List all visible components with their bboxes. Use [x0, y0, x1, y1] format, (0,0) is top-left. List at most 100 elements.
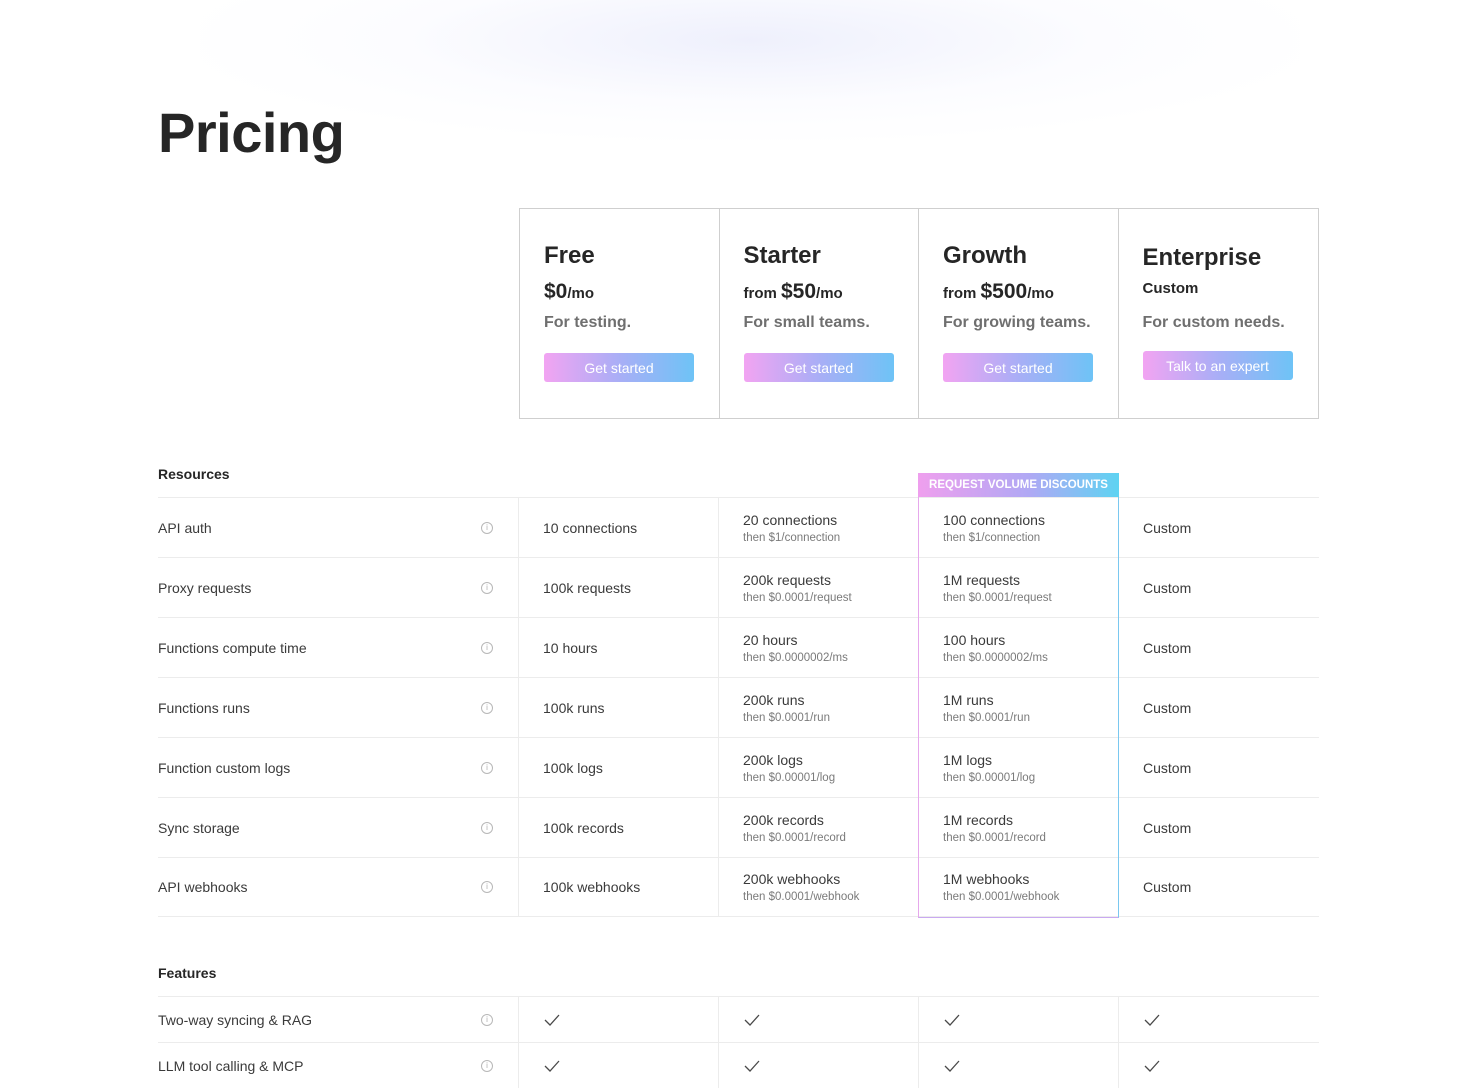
cell-enterprise: Custom: [1119, 558, 1319, 617]
get-started-free-button[interactable]: Get started: [544, 353, 694, 382]
cell-value: 100k runs: [543, 699, 605, 716]
cell-value: 100k records: [543, 819, 624, 836]
features-table: Two-way syncing & RAG i LLM tool calling &…: [158, 996, 1319, 1088]
cell-value: 20 hours: [743, 631, 798, 648]
volume-discount-badge: REQUEST VOLUME DISCOUNTS: [918, 473, 1119, 497]
table-row: Functions compute time i 10 hours 20 hours t…: [158, 617, 1319, 677]
info-icon[interactable]: i: [481, 1013, 493, 1026]
cell-free: 100k requests: [519, 558, 719, 617]
cell-value: 10 connections: [543, 519, 638, 536]
check-icon: [544, 1014, 560, 1026]
cell-growth: 1M webhooks then $0.0001/webhook: [919, 858, 1119, 916]
cell-value: 1M logs: [943, 751, 993, 768]
row-label: Function custom logs i: [158, 738, 519, 797]
cell-free: 100k records: [519, 798, 719, 857]
cell-enterprise: Custom: [1119, 738, 1319, 797]
row-label: Functions compute time i: [158, 618, 519, 677]
cell-value: 20 connections: [743, 511, 838, 528]
background-glow: [200, 0, 1300, 140]
cell-starter: 20 connections then $1/connection: [719, 498, 919, 557]
cell-value: Custom: [1143, 699, 1192, 716]
cell-value: 100k webhooks: [543, 879, 641, 895]
feature-check-cell: [519, 997, 719, 1042]
cell-value: 1M records: [943, 811, 1014, 828]
cell-growth: 100 connections then $1/connection: [919, 498, 1119, 557]
check-icon: [744, 1060, 760, 1072]
plan-description: For growing teams.: [943, 314, 1091, 331]
plan-name: Growth: [943, 242, 1027, 269]
cell-starter: 200k records then $0.0001/record: [719, 798, 919, 857]
info-icon[interactable]: i: [481, 821, 493, 834]
cell-enterprise: Custom: [1119, 618, 1319, 677]
cell-value: Custom: [1143, 819, 1192, 836]
plan-starter: Starter from $50/mo For small teams. Get…: [720, 209, 919, 418]
cell-value: 200k runs: [743, 691, 805, 708]
cell-value: Custom: [1143, 519, 1192, 536]
cell-enterprise: Custom: [1119, 798, 1319, 857]
cell-growth: 1M requests then $0.0001/request: [919, 558, 1119, 617]
cell-enterprise: Custom: [1119, 678, 1319, 737]
cell-growth: 1M logs then $0.00001/log: [919, 738, 1119, 797]
feature-check-cell: [1119, 1043, 1319, 1088]
cell-starter: 20 hours then $0.0000002/ms: [719, 618, 919, 677]
table-row: Sync storage i 100k records 200k records the…: [158, 797, 1319, 857]
info-icon[interactable]: i: [481, 641, 493, 654]
cell-starter: 200k logs then $0.00001/log: [719, 738, 919, 797]
cell-growth: 1M runs then $0.0001/run: [919, 678, 1119, 737]
cell-overage: then $1/connection: [743, 531, 841, 544]
cell-overage: then $0.0001/record: [943, 831, 1046, 844]
cell-value: 10 hours: [543, 639, 598, 656]
cell-overage: then $0.0001/webhook: [943, 891, 1060, 903]
feature-check-cell: [719, 1043, 919, 1088]
cell-value: 100 connections: [943, 511, 1045, 528]
row-label-text: Functions compute time: [158, 639, 307, 656]
cell-overage: then $0.00001/log: [943, 771, 1036, 784]
cell-value: 200k logs: [743, 751, 803, 768]
resources-table: API auth i 10 connections 20 connections the…: [158, 497, 1319, 917]
get-started-growth-button[interactable]: Get started: [943, 353, 1093, 382]
table-row: API webhooks i 100k webhooks 200k webhooks t…: [158, 857, 1319, 917]
cell-overage: then $0.0001/request: [943, 591, 1052, 604]
info-icon[interactable]: i: [481, 581, 493, 594]
row-label: Two-way syncing & RAG i: [158, 997, 519, 1042]
cell-overage: then $0.00001/log: [743, 771, 836, 784]
info-icon[interactable]: i: [481, 881, 493, 893]
cell-enterprise: Custom: [1119, 498, 1319, 557]
cell-free: 100k runs: [519, 678, 719, 737]
check-icon: [1144, 1014, 1160, 1026]
get-started-starter-button[interactable]: Get started: [743, 353, 894, 382]
check-icon: [944, 1014, 960, 1026]
table-row: Two-way syncing & RAG i: [158, 996, 1319, 1042]
row-label: API auth i: [158, 498, 519, 557]
check-icon: [944, 1060, 960, 1072]
talk-to-expert-button[interactable]: Talk to an expert: [1142, 351, 1293, 380]
cell-overage: then $0.0001/webhook: [743, 891, 860, 903]
info-icon[interactable]: i: [481, 761, 493, 774]
cell-value: 1M requests: [943, 571, 1021, 588]
row-label-text: API auth: [158, 519, 212, 536]
cell-value: 200k webhooks: [743, 871, 841, 887]
cell-value: 200k requests: [743, 571, 831, 588]
info-icon[interactable]: i: [481, 701, 493, 714]
features-heading: Features: [158, 965, 217, 981]
cell-free: 10 connections: [519, 498, 719, 557]
feature-check-cell: [1119, 997, 1319, 1042]
cell-overage: then $0.0000002/ms: [943, 651, 1048, 664]
table-row: Functions runs i 100k runs 200k runs then $0…: [158, 677, 1319, 737]
cell-value: Custom: [1143, 639, 1192, 656]
cell-overage: then $0.0001/request: [743, 591, 852, 604]
info-icon[interactable]: i: [481, 1059, 493, 1072]
feature-check-cell: [719, 997, 919, 1042]
feature-check-cell: [919, 1043, 1119, 1088]
cell-enterprise: Custom: [1119, 858, 1319, 916]
check-icon: [744, 1014, 760, 1026]
cell-starter: 200k webhooks then $0.0001/webhook: [719, 858, 919, 916]
cell-free: 100k logs: [519, 738, 719, 797]
row-label: API webhooks i: [158, 858, 519, 916]
plan-name: Starter: [743, 242, 821, 269]
info-icon[interactable]: i: [481, 521, 493, 534]
cell-value: 100k logs: [543, 759, 603, 776]
cell-overage: then $0.0001/record: [743, 831, 846, 844]
row-label-text: Functions runs: [158, 699, 250, 716]
feature-check-cell: [919, 997, 1119, 1042]
